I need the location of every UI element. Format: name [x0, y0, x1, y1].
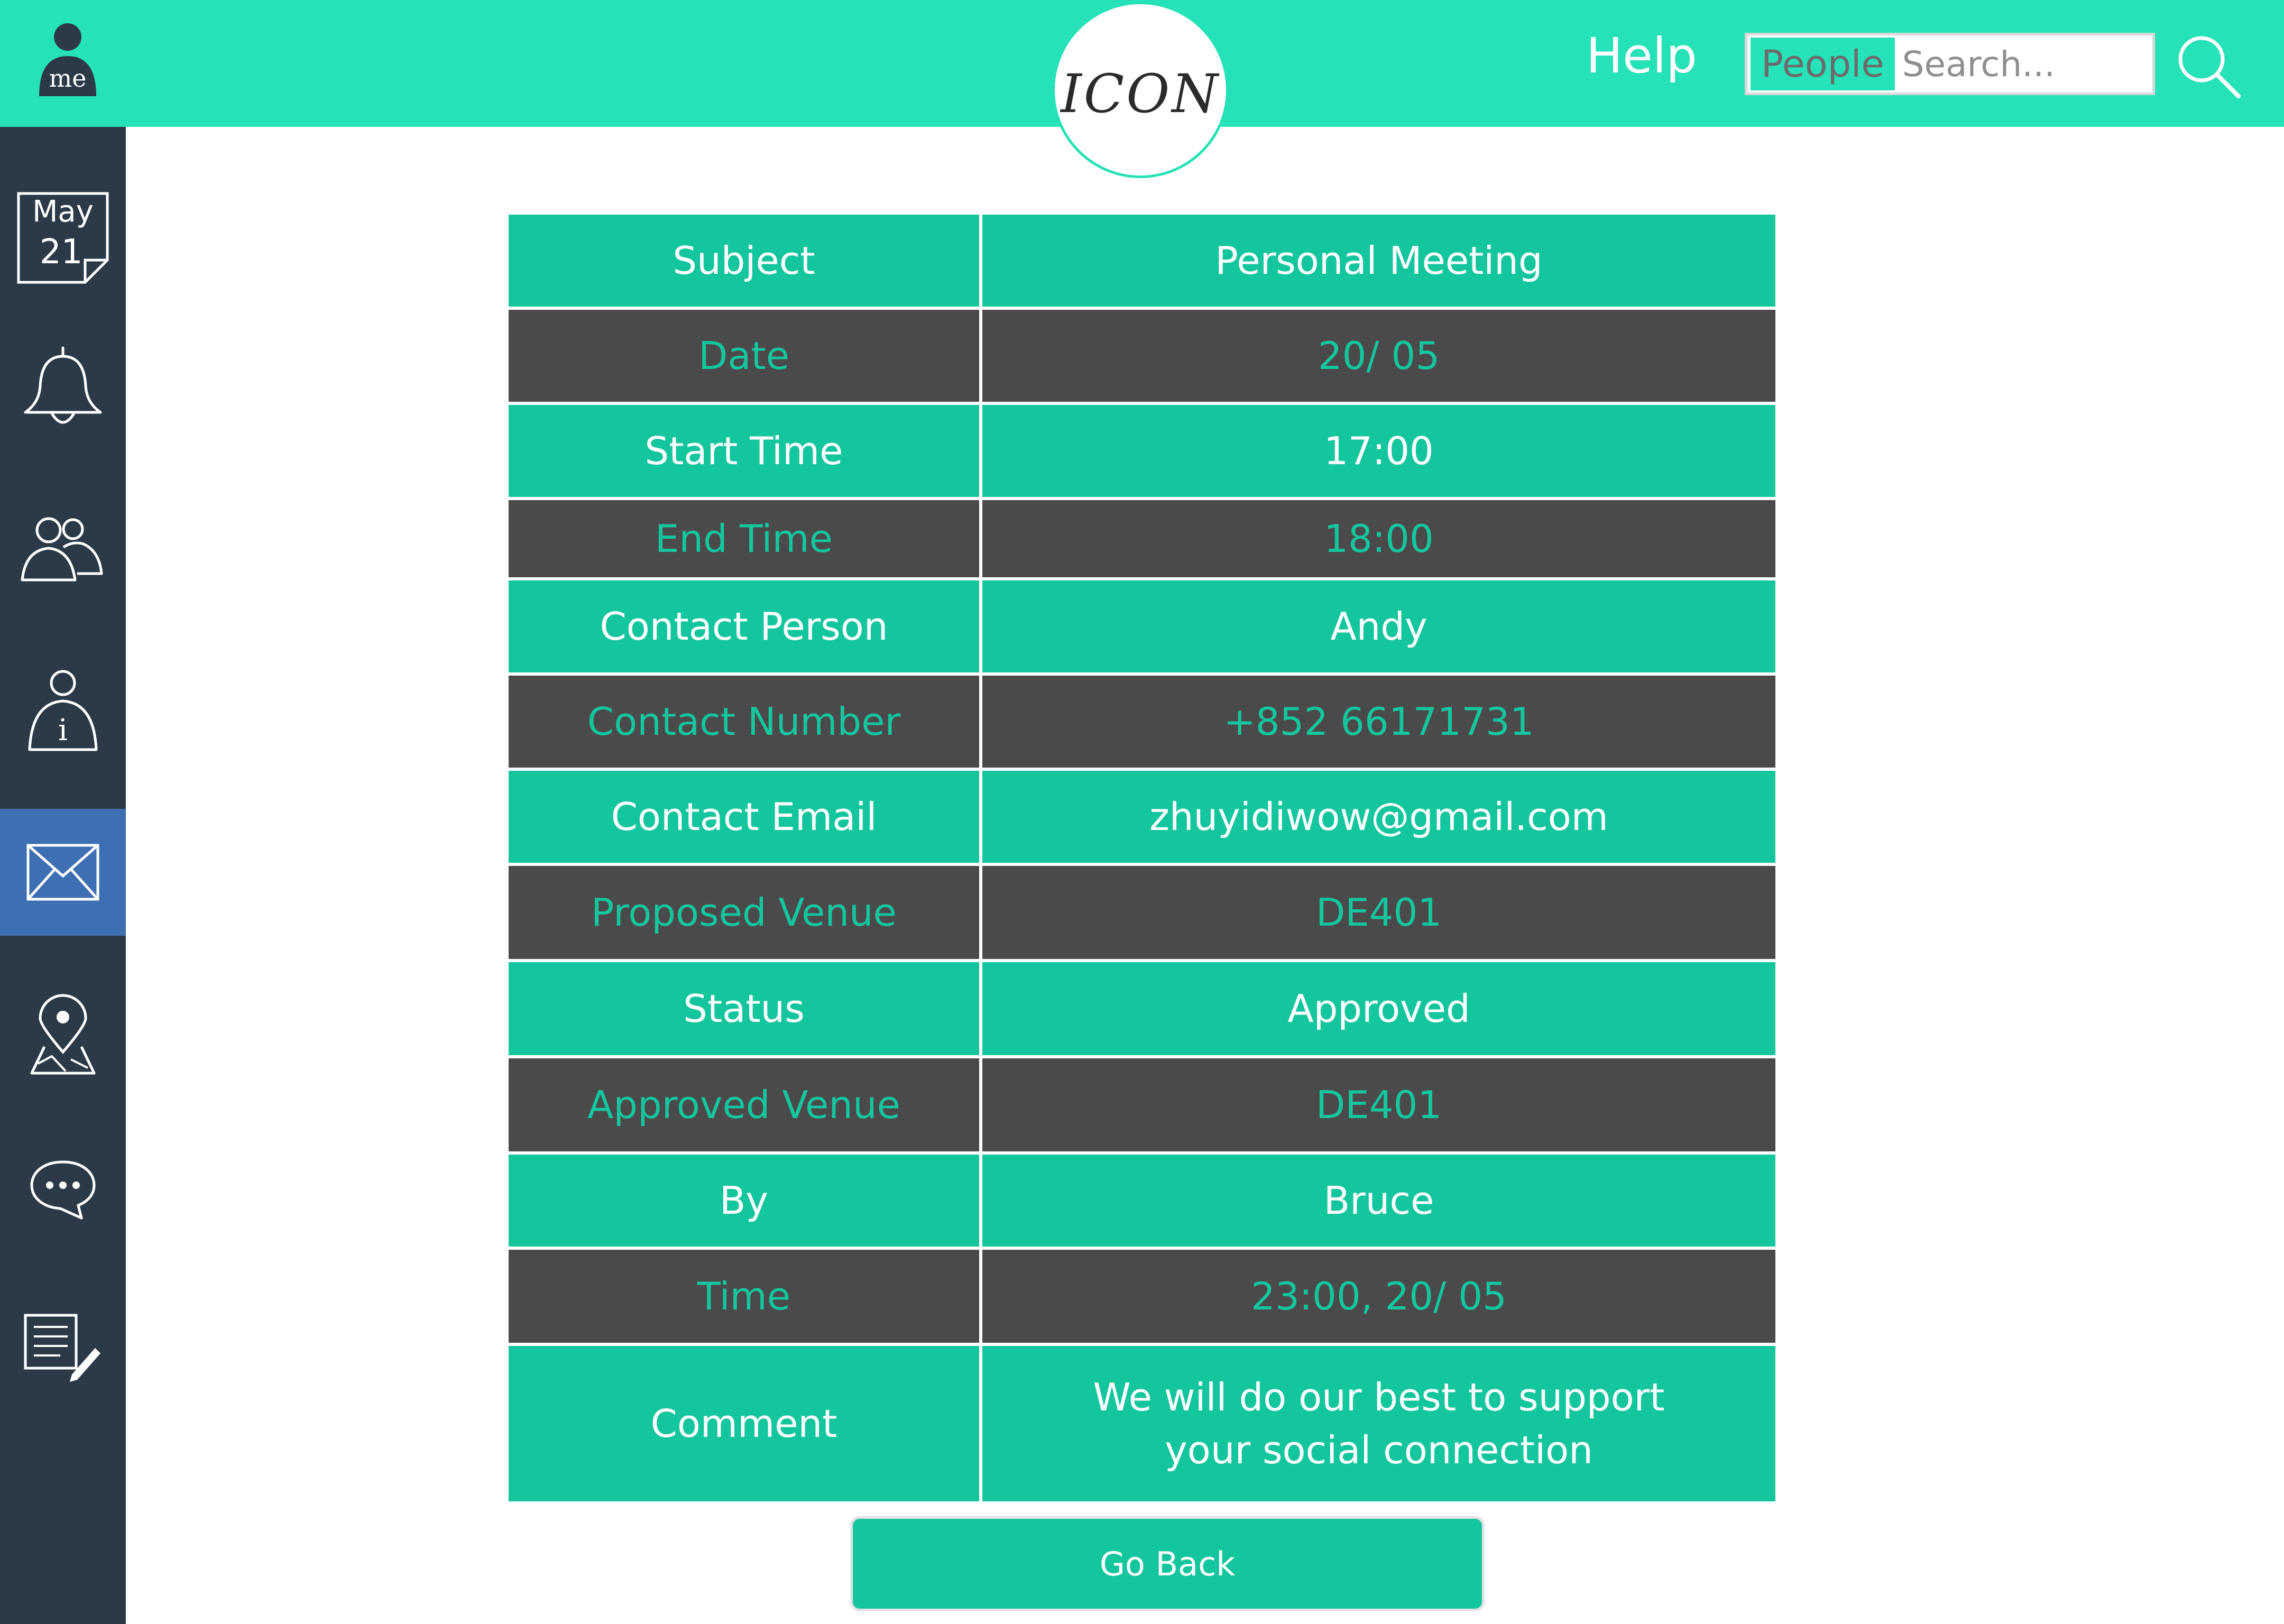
row-label: Subject: [509, 215, 982, 307]
status-value: Approved: [1287, 986, 1470, 1031]
row-value: 23:00, 20/ 05: [1251, 1274, 1507, 1318]
app-logo[interactable]: ICON: [1052, 2, 1229, 178]
mail-icon: [26, 844, 99, 901]
bell-icon: [24, 346, 102, 424]
comment-value: We will do our best to support your soci…: [1093, 1375, 1665, 1472]
row-label: Approved Venue: [509, 1058, 982, 1151]
sidebar-item-people[interactable]: [0, 486, 126, 613]
row-label: By: [509, 1155, 982, 1247]
sidebar-item-notifications[interactable]: [0, 325, 126, 452]
table-row-comment: Comment We will do our best to support y…: [509, 1346, 1775, 1501]
row-value: zhuyidiwow@gmail.com: [1149, 795, 1608, 839]
row-value: DE401: [1315, 890, 1442, 935]
table-row-by: By Bruce: [509, 1155, 1775, 1250]
sidebar-item-notes[interactable]: [0, 1285, 126, 1411]
table-row-date: Date 20/ 05: [509, 310, 1775, 405]
row-label: Contact Person: [509, 580, 982, 672]
row-label: Contact Email: [509, 771, 982, 863]
calendar-icon: May 21: [16, 191, 109, 284]
row-label: Start Time: [509, 405, 982, 497]
calendar-day: 21: [40, 233, 83, 272]
table-row-contact-person: Contact Person Andy: [509, 580, 1775, 676]
sidebar: May 21 i: [0, 127, 126, 1624]
search-bar: People: [1745, 33, 2162, 95]
row-value: Personal Meeting: [1215, 238, 1543, 283]
row-value: Bruce: [1323, 1178, 1434, 1223]
table-row-proposed-venue: Proposed Venue DE401: [509, 866, 1775, 962]
row-label: Proposed Venue: [509, 866, 982, 959]
svg-text:me: me: [49, 64, 87, 93]
sidebar-item-map[interactable]: [0, 973, 126, 1100]
sidebar-item-messages[interactable]: [0, 809, 126, 936]
meeting-details-table: Subject Personal Meeting Date 20/ 05 Sta…: [509, 215, 1775, 1501]
help-link[interactable]: Help: [1586, 27, 1697, 84]
table-row-contact-email: Contact Email zhuyidiwow@gmail.com: [509, 771, 1775, 866]
table-row-end-time: End Time 18:00: [509, 500, 1775, 580]
sidebar-item-chat[interactable]: [0, 1126, 126, 1253]
people-icon: [21, 517, 103, 582]
row-label: Date: [509, 310, 982, 402]
map-pin-icon: [30, 994, 96, 1075]
person-info-icon: i: [28, 670, 98, 751]
table-row-approved-venue: Approved Venue DE401: [509, 1058, 1775, 1155]
row-value: 17:00: [1324, 429, 1434, 473]
notes-edit-icon: [24, 1314, 100, 1382]
search-icon[interactable]: [2174, 32, 2243, 100]
table-row-subject: Subject Personal Meeting: [509, 215, 1775, 310]
row-label: End Time: [509, 500, 982, 577]
chat-icon: [30, 1160, 96, 1220]
table-row-status: Status Approved: [509, 962, 1775, 1058]
svg-text:i: i: [58, 713, 68, 748]
row-label: Time: [509, 1250, 982, 1343]
sidebar-item-profile-info[interactable]: i: [0, 648, 126, 774]
row-label: Comment: [509, 1346, 982, 1501]
row-value: DE401: [1315, 1083, 1442, 1127]
row-value: 20/ 05: [1318, 334, 1440, 378]
search-scope-people[interactable]: People: [1751, 38, 1895, 90]
row-value: Andy: [1330, 604, 1428, 649]
row-label: Contact Number: [509, 676, 982, 768]
logo-text: ICON: [1061, 62, 1220, 125]
search-input[interactable]: [1901, 37, 2162, 91]
row-value: 18:00: [1324, 516, 1434, 561]
row-label: Status: [509, 962, 982, 1055]
profile-avatar-icon[interactable]: me: [35, 21, 100, 100]
go-back-button[interactable]: Go Back: [850, 1516, 1485, 1611]
calendar-month: May: [32, 195, 94, 229]
sidebar-item-calendar[interactable]: May 21: [0, 174, 126, 301]
table-row-time: Time 23:00, 20/ 05: [509, 1250, 1775, 1346]
table-row-contact-number: Contact Number +852 66171731: [509, 676, 1775, 771]
table-row-start-time: Start Time 17:00: [509, 405, 1775, 500]
row-value: +852 66171731: [1223, 699, 1534, 744]
